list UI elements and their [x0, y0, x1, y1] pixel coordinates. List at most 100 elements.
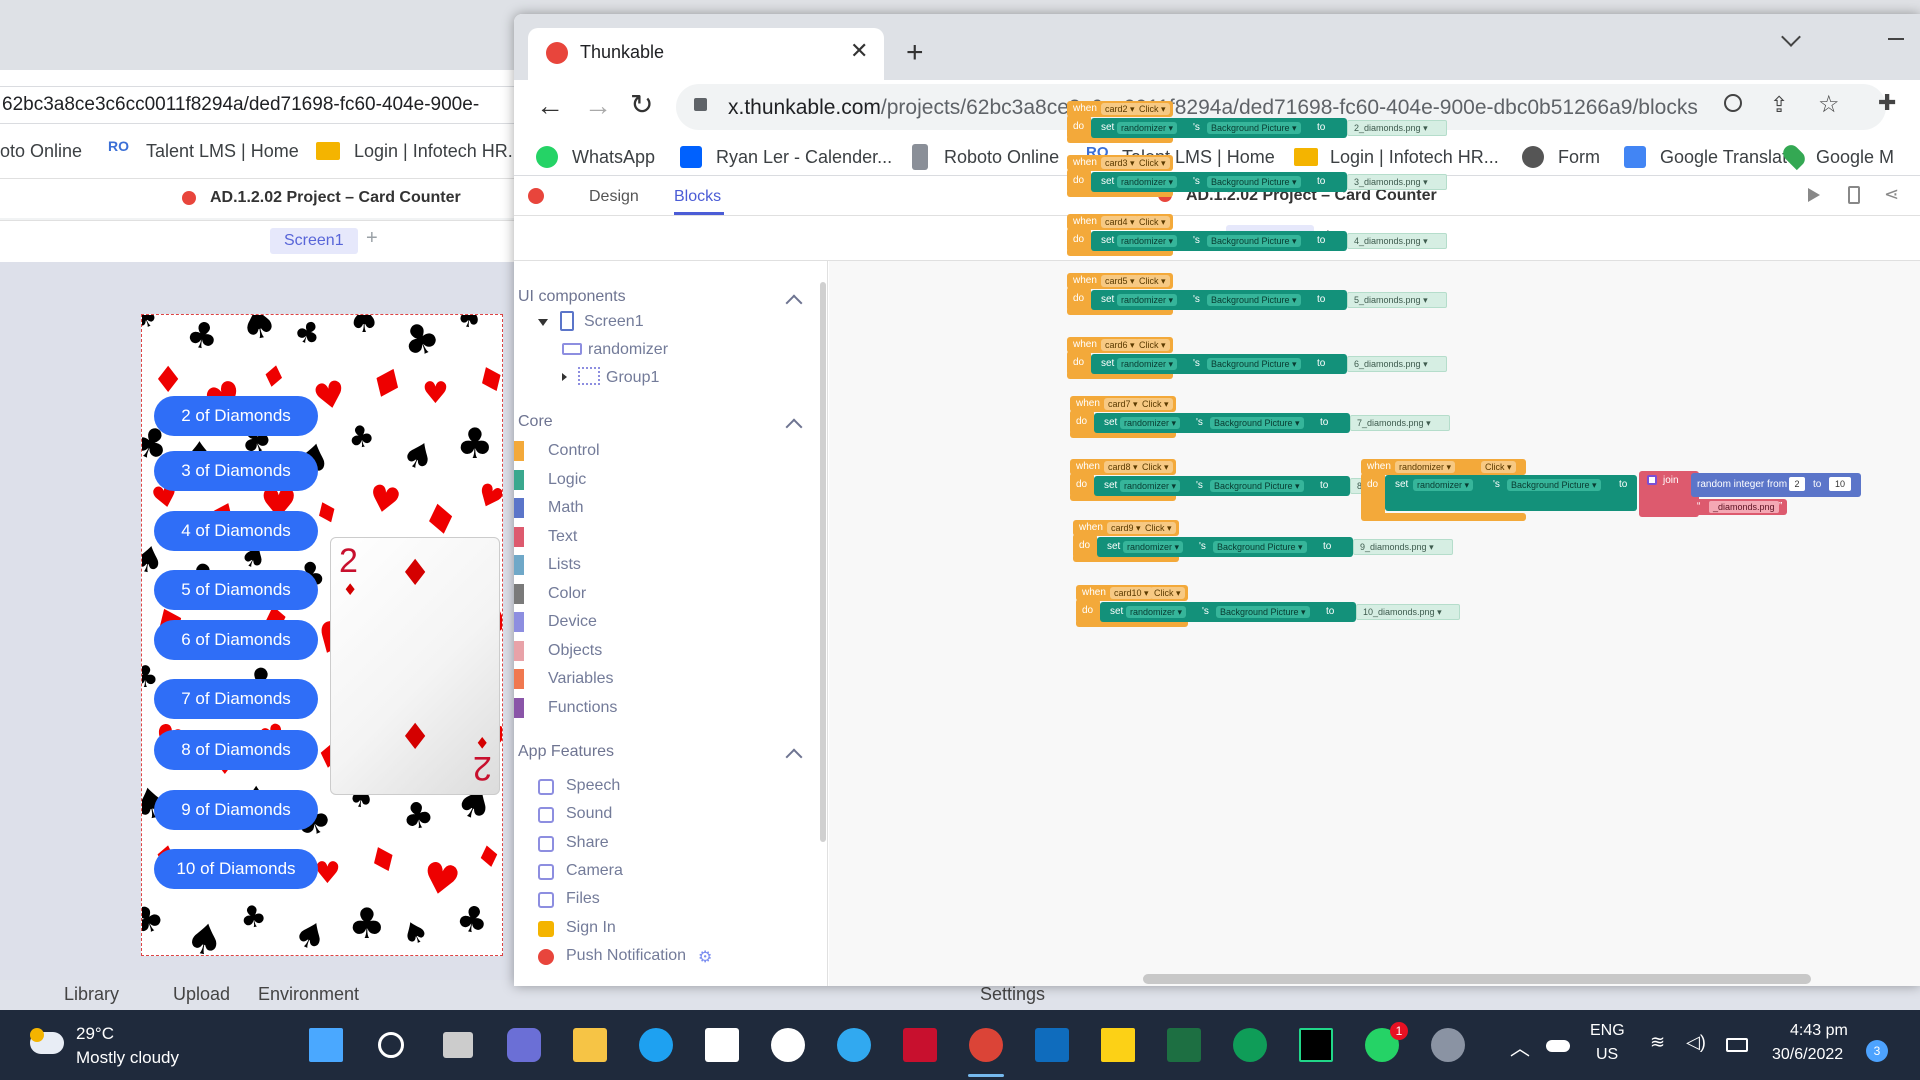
diamond-button-4[interactable]: 4 of Diamonds: [154, 511, 318, 551]
core-item-math[interactable]: Math: [548, 499, 584, 517]
volume-icon[interactable]: ◁): [1686, 1032, 1706, 1053]
card-dropdown[interactable]: card7 ▾: [1104, 398, 1142, 410]
close-tab-icon[interactable]: ✕: [850, 38, 868, 64]
wifi-icon[interactable]: ≋: [1650, 1032, 1665, 1053]
target-dropdown[interactable]: randomizer ▾: [1120, 417, 1181, 429]
event-dropdown[interactable]: Click ▾: [1135, 339, 1170, 351]
random-to-field[interactable]: 10: [1829, 477, 1851, 491]
property-dropdown[interactable]: Background Picture ▾: [1507, 479, 1601, 491]
pycharm-icon[interactable]: [1299, 1028, 1333, 1062]
new-tab-button[interactable]: +: [906, 38, 924, 68]
outlook-icon[interactable]: [1035, 1028, 1069, 1062]
card-dropdown[interactable]: card8 ▾: [1104, 461, 1142, 473]
diamond-button-10[interactable]: 10 of Diamonds: [154, 849, 318, 889]
suffix-text[interactable]: _diamonds.png: [1709, 501, 1779, 513]
chrome-profile-icon[interactable]: [1233, 1028, 1267, 1062]
feature-item-speech[interactable]: Speech: [566, 777, 620, 795]
target-dropdown[interactable]: randomizer ▾: [1117, 176, 1178, 188]
clock-time[interactable]: 4:43 pm: [1790, 1022, 1848, 1040]
blocks-workspace[interactable]: when card2 ▾ Click ▾ do set randomizer ▾'s Bac…: [829, 101, 1920, 986]
chrome-icon[interactable]: [969, 1028, 1003, 1062]
start-icon[interactable]: [309, 1028, 343, 1062]
onedrive-icon[interactable]: [1546, 1040, 1570, 1052]
github-icon[interactable]: [771, 1028, 805, 1062]
diamond-button-6[interactable]: 6 of Diamonds: [154, 620, 318, 660]
bookmark-google-maps[interactable]: Google M: [1816, 146, 1894, 168]
back-arrow-icon[interactable]: ←: [536, 90, 564, 122]
card-dropdown[interactable]: card9 ▾: [1107, 522, 1145, 534]
settings-tab[interactable]: Settings: [980, 984, 1045, 1005]
help-icon[interactable]: [837, 1028, 871, 1062]
excel-icon[interactable]: [1167, 1028, 1201, 1062]
library-tab[interactable]: Library: [64, 984, 119, 1005]
core-item-variables[interactable]: Variables: [548, 670, 614, 688]
bg-bookmark-infotech[interactable]: Login | Infotech HR...: [354, 140, 523, 162]
property-dropdown[interactable]: Background Picture ▾: [1207, 358, 1301, 370]
weather-desc[interactable]: Mostly cloudy: [76, 1048, 179, 1068]
filename-text-block[interactable]: 7_diamonds.png ▾: [1350, 415, 1450, 431]
core-item-device[interactable]: Device: [548, 613, 597, 631]
property-dropdown[interactable]: Background Picture ▾: [1210, 417, 1304, 429]
core-header[interactable]: Core: [518, 413, 553, 431]
filename-text-block[interactable]: 3_diamonds.png ▾: [1347, 174, 1447, 190]
mcafee-icon[interactable]: [903, 1028, 937, 1062]
diamond-button-8[interactable]: 8 of Diamonds: [154, 730, 318, 770]
gear-icon[interactable]: ⚙: [698, 947, 712, 967]
property-dropdown[interactable]: Background Picture ▾: [1207, 122, 1301, 134]
extensions-icon[interactable]: ✚: [1878, 90, 1896, 116]
language-region[interactable]: US: [1596, 1046, 1618, 1064]
event-dropdown[interactable]: Click ▾: [1135, 216, 1170, 228]
target-dropdown[interactable]: randomizer ▾: [1117, 235, 1178, 247]
environment-tab[interactable]: Environment: [258, 984, 359, 1005]
sticky-notes-icon[interactable]: [1101, 1028, 1135, 1062]
bookmark-form[interactable]: Form: [1558, 146, 1600, 168]
bg-add-screen-button[interactable]: +: [366, 227, 378, 250]
feature-item-sound[interactable]: Sound: [566, 805, 612, 823]
tab-blocks[interactable]: Blocks: [674, 188, 721, 206]
event-dropdown[interactable]: Click ▾: [1135, 275, 1170, 287]
collapse-chevron-icon[interactable]: [785, 418, 803, 436]
ui-components-header[interactable]: UI components: [518, 288, 626, 306]
diamond-button-5[interactable]: 5 of Diamonds: [154, 570, 318, 610]
feature-item-share[interactable]: Share: [566, 834, 609, 852]
share-icon[interactable]: ⋖: [1884, 184, 1899, 205]
core-item-text[interactable]: Text: [548, 528, 577, 546]
bookmark-calender[interactable]: Ryan Ler - Calender...: [716, 146, 892, 168]
core-item-color[interactable]: Color: [548, 585, 586, 603]
upload-tab[interactable]: Upload: [173, 984, 230, 1005]
target-dropdown[interactable]: randomizer ▾: [1413, 479, 1474, 491]
core-item-lists[interactable]: Lists: [548, 556, 581, 574]
feature-item-push-notification[interactable]: Push Notification: [566, 947, 686, 965]
filename-text-block[interactable]: 2_diamonds.png ▾: [1347, 120, 1447, 136]
bookmark-google-translate[interactable]: Google Translate: [1660, 146, 1797, 168]
diamond-button-7[interactable]: 7 of Diamonds: [154, 679, 318, 719]
zoom-search-icon[interactable]: [1724, 94, 1742, 112]
diamond-button-3[interactable]: 3 of Diamonds: [154, 451, 318, 491]
component-dropdown[interactable]: randomizer ▾: [1395, 461, 1456, 473]
tab-design[interactable]: Design: [589, 188, 639, 206]
property-dropdown[interactable]: Background Picture ▾: [1210, 480, 1304, 492]
tab-search-chevron-icon[interactable]: [1781, 27, 1801, 47]
core-item-functions[interactable]: Functions: [548, 699, 617, 717]
battery-icon[interactable]: [1726, 1038, 1748, 1052]
core-item-logic[interactable]: Logic: [548, 471, 586, 489]
collapse-chevron-icon[interactable]: [785, 748, 803, 766]
target-dropdown[interactable]: randomizer ▾: [1120, 480, 1181, 492]
share-icon[interactable]: ⇪: [1770, 92, 1788, 118]
bg-bookmark-talent[interactable]: Talent LMS | Home: [146, 140, 299, 162]
filename-text-block[interactable]: 10_diamonds.png ▾: [1356, 604, 1460, 620]
teams-chat-icon[interactable]: [507, 1028, 541, 1062]
expand-triangle-icon[interactable]: [562, 373, 567, 381]
target-dropdown[interactable]: randomizer ▾: [1117, 358, 1178, 370]
app-features-header[interactable]: App Features: [518, 743, 614, 761]
target-dropdown[interactable]: randomizer ▾: [1117, 122, 1178, 134]
feature-item-files[interactable]: Files: [566, 890, 600, 908]
show-hidden-icons[interactable]: ︿: [1510, 1032, 1530, 1061]
gear-icon[interactable]: [1647, 475, 1657, 485]
bg-screen-tab[interactable]: Screen1: [270, 228, 358, 254]
card-dropdown[interactable]: card6 ▾: [1101, 339, 1139, 351]
expand-triangle-icon[interactable]: [538, 319, 548, 326]
bookmark-whatsapp[interactable]: WhatsApp: [572, 146, 655, 168]
event-dropdown[interactable]: Click ▾: [1141, 522, 1176, 534]
event-dropdown[interactable]: Click ▾: [1481, 461, 1516, 473]
